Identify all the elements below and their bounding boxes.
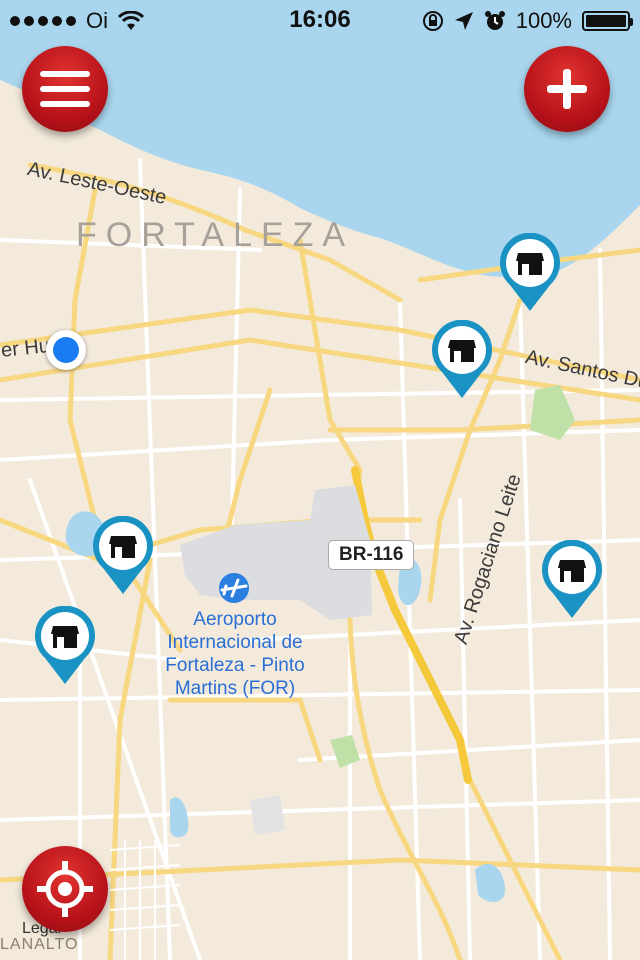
store-icon xyxy=(432,319,492,398)
battery-percent: 100% xyxy=(515,8,572,33)
add-button[interactable] xyxy=(524,46,610,132)
airport-icon xyxy=(219,573,249,603)
locate-button[interactable] xyxy=(22,846,108,932)
airport-label: Aeroporto Internacional de Fortaleza - P… xyxy=(165,609,305,699)
user-location-marker xyxy=(46,330,86,370)
store-pin[interactable] xyxy=(430,319,494,400)
menu-button[interactable] xyxy=(22,46,108,132)
hamburger-icon xyxy=(40,71,90,107)
store-icon xyxy=(35,605,95,684)
store-icon xyxy=(500,232,560,311)
alarm-icon xyxy=(484,11,505,30)
location-arrow-icon xyxy=(454,12,473,30)
store-icon xyxy=(93,515,153,594)
store-icon xyxy=(542,539,602,618)
battery-icon xyxy=(582,11,633,31)
store-pin[interactable] xyxy=(33,605,97,686)
rotation-lock-icon xyxy=(422,11,443,31)
highway-shield: BR-116 xyxy=(328,540,415,570)
district-label: LANALTO xyxy=(0,936,79,953)
store-pin[interactable] xyxy=(91,515,155,596)
map-view[interactable] xyxy=(0,0,640,960)
store-pin[interactable] xyxy=(540,539,604,620)
plus-icon xyxy=(547,69,587,109)
status-bar: Oi 16:06 100% xyxy=(0,0,640,40)
crosshair-icon xyxy=(37,861,93,917)
store-pin[interactable] xyxy=(498,232,562,313)
city-label: FORTALEZA xyxy=(76,216,355,254)
